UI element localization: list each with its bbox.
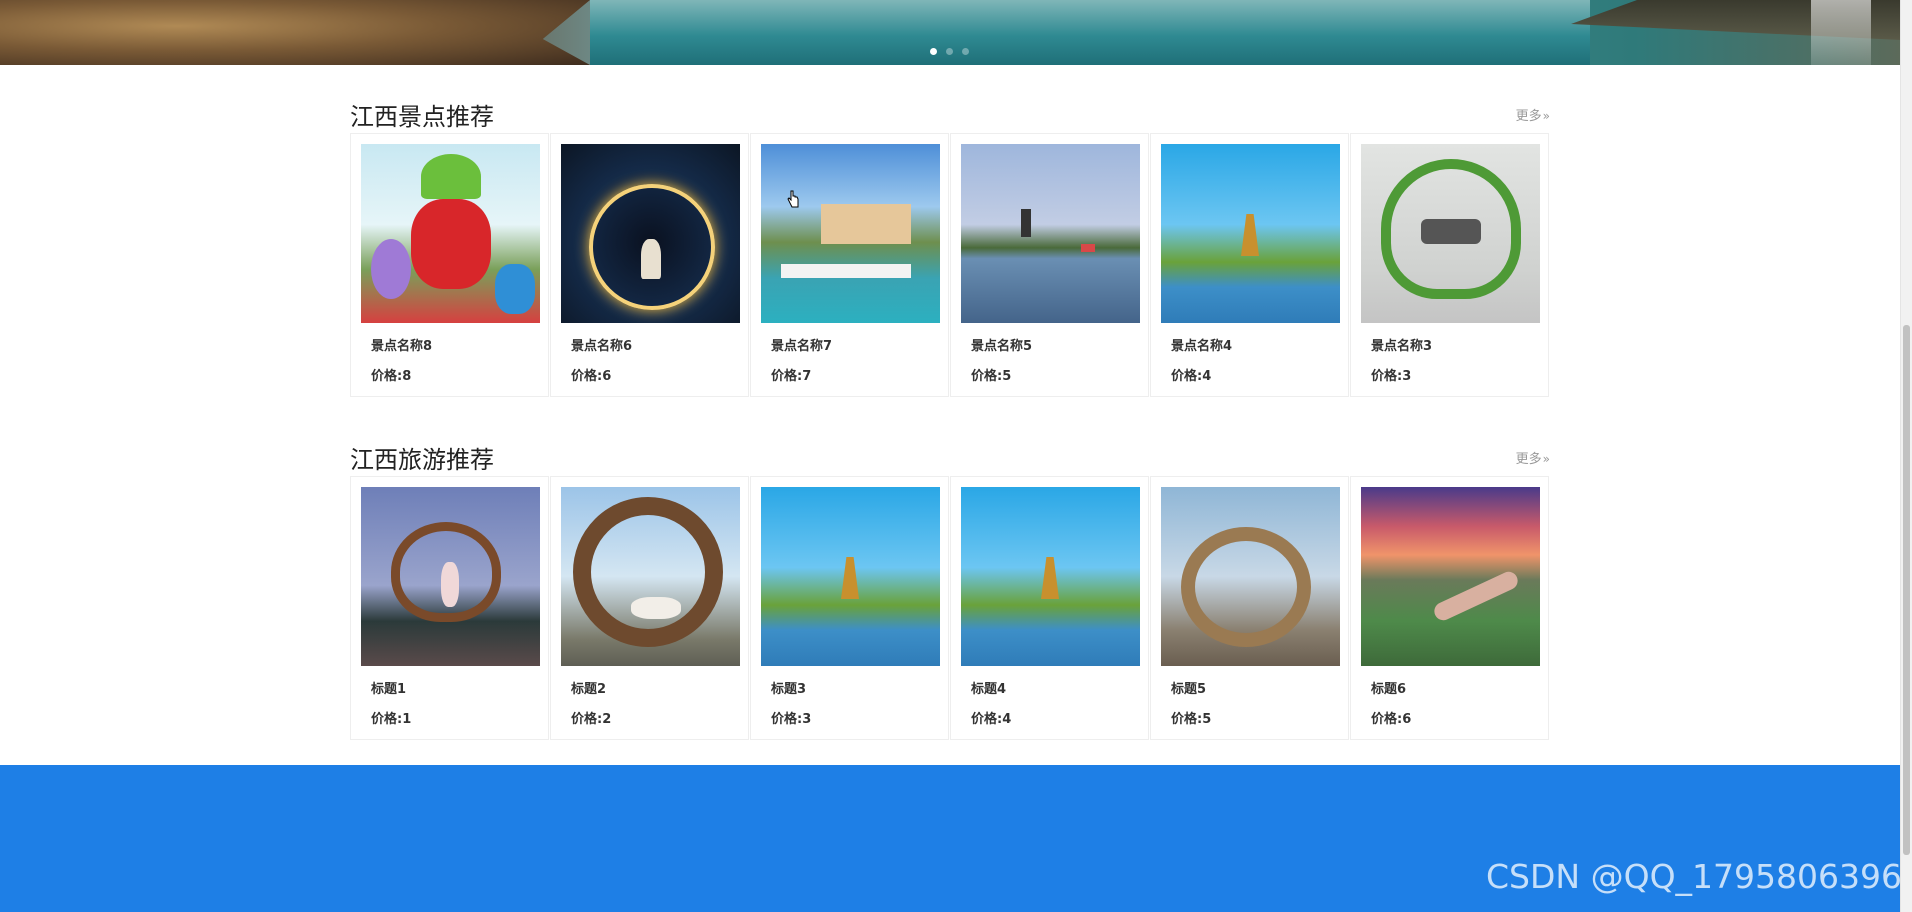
card-title[interactable]: 景点名称7: [771, 335, 948, 354]
card-price: 价格:6: [571, 369, 612, 384]
card-title[interactable]: 标题1: [371, 678, 548, 697]
travel-section: 江西旅游推荐 更多» 标题1 价格:1 标题2 价格:2 标题3 价格:3 标题…: [350, 436, 1550, 740]
card-price: 价格:6: [1371, 712, 1412, 727]
more-link-label: 更多: [1515, 452, 1542, 467]
card-image-nest[interactable]: [561, 487, 740, 666]
more-link[interactable]: 更多»: [1516, 448, 1550, 467]
card-image-light-ring[interactable]: [561, 144, 740, 323]
card-title[interactable]: 景点名称6: [571, 335, 748, 354]
carousel-dot-2[interactable]: [946, 48, 953, 55]
card-image-pagoda[interactable]: [961, 487, 1140, 666]
card-image-lake[interactable]: [961, 144, 1140, 323]
card-list: 标题1 价格:1 标题2 价格:2 标题3 价格:3 标题4 价格:4 标题5 …: [350, 476, 1550, 740]
product-card[interactable]: 标题5 价格:5: [1150, 476, 1349, 740]
card-image-heart-frame[interactable]: [361, 487, 540, 666]
product-card[interactable]: 标题1 价格:1: [350, 476, 549, 740]
product-card[interactable]: 标题6 价格:6: [1350, 476, 1549, 740]
double-chevron-right-icon: »: [1542, 452, 1550, 466]
card-title[interactable]: 景点名称5: [971, 335, 1148, 354]
carousel-dot-3[interactable]: [962, 48, 969, 55]
carousel-dot-1[interactable]: [930, 48, 937, 55]
section-header: 江西旅游推荐 更多»: [350, 436, 1550, 476]
card-price: 价格:2: [571, 712, 612, 727]
banner-image-rock: [0, 0, 590, 65]
product-card[interactable]: 景点名称7 价格:7: [750, 133, 949, 397]
card-image-heart-arch[interactable]: [1361, 144, 1540, 323]
product-card[interactable]: 标题2 价格:2: [550, 476, 749, 740]
section-header: 江西景点推荐 更多»: [350, 93, 1550, 133]
card-image-nest-chair[interactable]: [1161, 487, 1340, 666]
card-title[interactable]: 标题6: [1371, 678, 1548, 697]
card-price: 价格:3: [771, 712, 812, 727]
double-chevron-right-icon: »: [1542, 109, 1550, 123]
more-link[interactable]: 更多»: [1516, 105, 1550, 124]
card-price: 价格:4: [1171, 369, 1212, 384]
card-price: 价格:3: [1371, 369, 1412, 384]
card-title[interactable]: 景点名称3: [1371, 335, 1548, 354]
card-title[interactable]: 景点名称4: [1171, 335, 1348, 354]
card-title[interactable]: 标题2: [571, 678, 748, 697]
card-price: 价格:1: [371, 712, 412, 727]
scrollbar-thumb[interactable]: [1903, 325, 1910, 855]
vertical-scrollbar[interactable]: [1900, 0, 1912, 912]
scenic-spots-section: 江西景点推荐 更多» 景点名称8 价格:8 景点名称6 价格:6 景点名称7 价…: [350, 93, 1550, 397]
product-card[interactable]: 标题3 价格:3: [750, 476, 949, 740]
product-card[interactable]: 标题4 价格:4: [950, 476, 1149, 740]
card-image-pagoda[interactable]: [1161, 144, 1340, 323]
banner-image-water: [590, 0, 1590, 65]
card-list: 景点名称8 价格:8 景点名称6 价格:6 景点名称7 价格:7 景点名称5 价…: [350, 133, 1550, 397]
product-card[interactable]: 景点名称4 价格:4: [1150, 133, 1349, 397]
watermark-text: CSDN @QQ_1795806396: [1486, 857, 1902, 896]
card-price: 价格:5: [971, 369, 1012, 384]
card-price: 价格:4: [971, 712, 1012, 727]
banner-carousel[interactable]: [0, 0, 1901, 65]
card-title[interactable]: 标题5: [1171, 678, 1348, 697]
card-price: 价格:5: [1171, 712, 1212, 727]
card-image-island-town[interactable]: [761, 144, 940, 323]
product-card[interactable]: 景点名称8 价格:8: [350, 133, 549, 397]
card-image-sunset-river[interactable]: [1361, 487, 1540, 666]
hand-cursor-icon: [787, 190, 799, 208]
card-title[interactable]: 标题4: [971, 678, 1148, 697]
card-price: 价格:8: [371, 369, 412, 384]
card-title[interactable]: 景点名称8: [371, 335, 548, 354]
banner-image-waterfall: [1811, 0, 1871, 65]
carousel-indicators: [930, 48, 969, 55]
section-title: 江西景点推荐: [350, 103, 494, 131]
section-title: 江西旅游推荐: [350, 446, 494, 474]
product-card[interactable]: 景点名称3 价格:3: [1350, 133, 1549, 397]
more-link-label: 更多: [1515, 109, 1542, 124]
card-title[interactable]: 标题3: [771, 678, 948, 697]
product-card[interactable]: 景点名称5 价格:5: [950, 133, 1149, 397]
card-image-pagoda[interactable]: [761, 487, 940, 666]
product-card[interactable]: 景点名称6 价格:6: [550, 133, 749, 397]
card-price: 价格:7: [771, 369, 812, 384]
card-image-lantern[interactable]: [361, 144, 540, 323]
